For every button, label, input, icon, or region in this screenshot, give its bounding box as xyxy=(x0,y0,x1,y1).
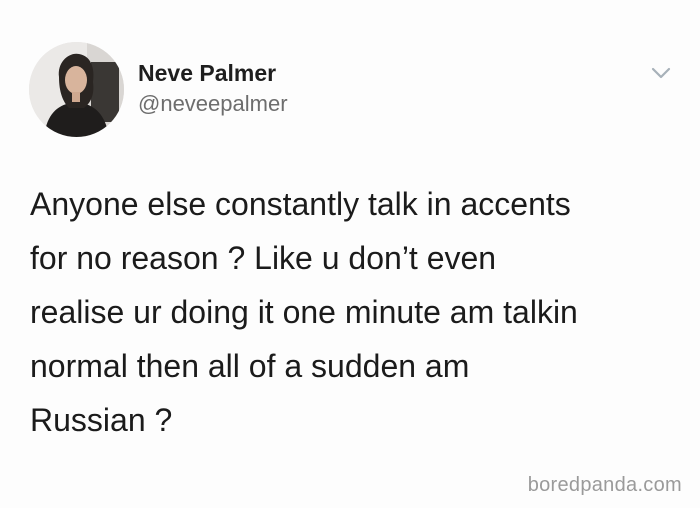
tweet-text: Anyone else constantly talk in accents f… xyxy=(30,186,578,438)
author-display-name[interactable]: Neve Palmer xyxy=(138,60,276,87)
author-handle[interactable]: @neveepalmer xyxy=(138,91,288,117)
tweet-card: Neve Palmer @neveepalmer Anyone else con… xyxy=(0,0,700,508)
avatar[interactable] xyxy=(29,42,124,137)
chevron-down-icon[interactable] xyxy=(650,64,672,82)
profile-photo-icon xyxy=(29,42,124,137)
watermark: boredpanda.com xyxy=(527,474,682,496)
